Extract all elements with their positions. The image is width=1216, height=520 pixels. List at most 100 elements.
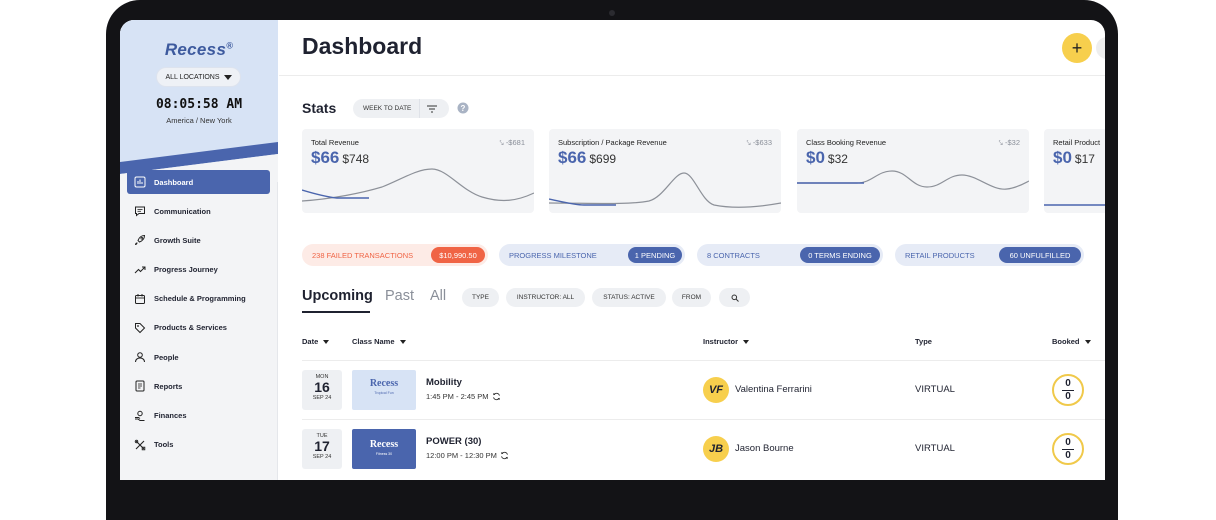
alert-badge: 0 TERMS ENDING	[800, 247, 880, 263]
header-divider	[279, 75, 1105, 76]
sidebar-item-label: People	[154, 352, 179, 362]
sidebar-item-growth-suite[interactable]: Growth Suite	[127, 228, 270, 252]
column-header-booked[interactable]: Booked	[1052, 337, 1091, 346]
booked-count[interactable]: 00	[1052, 374, 1084, 406]
class-type: VIRTUAL	[915, 443, 955, 454]
alert-badge: $10,990.50	[431, 247, 485, 263]
instructor-name[interactable]: Jason Bourne	[735, 443, 794, 454]
date-box: MON 16 SEP 24	[302, 370, 342, 410]
stat-card-title: Subscription / Package Revenue	[558, 138, 667, 147]
sidebar-item-people[interactable]: People	[127, 345, 270, 369]
instructor-name[interactable]: Valentina Ferrarini	[735, 384, 812, 395]
class-name[interactable]: Mobility	[426, 377, 462, 388]
alert-failed-transactions[interactable]: 238 FAILED TRANSACTIONS $10,990.50	[302, 244, 488, 266]
sort-icon	[399, 339, 406, 344]
search-icon	[731, 294, 739, 302]
stats-heading: Stats	[302, 100, 337, 116]
sort-icon	[323, 339, 330, 344]
sparkline	[549, 172, 781, 208]
stat-card-title: Retail Product	[1053, 138, 1101, 147]
alert-label: PROGRESS MILESTONE	[509, 250, 597, 260]
camera-dot	[609, 10, 615, 16]
tab-all[interactable]: All	[430, 288, 446, 304]
stat-card-total-revenue[interactable]: Total Revenue ⤥ -$681 $66 $748	[302, 129, 534, 213]
sidebar-item-tools[interactable]: Tools	[127, 433, 270, 457]
sidebar-item-dashboard[interactable]: Dashboard	[127, 170, 270, 194]
booked-count[interactable]: 00	[1052, 433, 1084, 465]
sidebar-item-label: Reports	[154, 381, 183, 391]
sidebar-item-reports[interactable]: Reports	[127, 374, 270, 398]
trend-icon	[134, 264, 146, 276]
column-header-date[interactable]: Date	[302, 337, 330, 346]
date-range-selector[interactable]: WEEK TO DATE	[353, 99, 449, 118]
date-range-label: WEEK TO DATE	[363, 105, 412, 112]
sidebar: Recess® ALL LOCATIONS 08:05:58 AM Americ…	[120, 20, 278, 480]
sidebar-item-label: Products & Services	[154, 323, 227, 333]
class-time: 1:45 PM - 2:45 PM	[426, 392, 501, 401]
chat-icon	[134, 205, 146, 217]
table-divider	[302, 419, 1105, 420]
sidebar-item-label: Schedule & Programming	[154, 294, 246, 304]
calendar-icon	[134, 293, 146, 305]
rocket-icon	[134, 234, 146, 246]
alert-label: 238 FAILED TRANSACTIONS	[312, 250, 414, 260]
filter-status[interactable]: STATUS: ACTIVE	[592, 288, 666, 307]
class-thumbnail: Recess Tropical Fun	[352, 370, 416, 410]
timezone: America / New York	[166, 116, 232, 125]
sparkline	[797, 170, 1029, 190]
alert-progress-milestone[interactable]: PROGRESS MILESTONE 1 PENDING	[499, 244, 685, 266]
class-time: 12:00 PM - 12:30 PM	[426, 451, 509, 460]
sidebar-item-progress-journey[interactable]: Progress Journey	[127, 258, 270, 282]
stat-card-retail[interactable]: Retail Product $0 $17	[1044, 129, 1105, 213]
sidebar-item-products[interactable]: Products & Services	[127, 316, 270, 340]
sparkline	[302, 168, 534, 202]
filter-from[interactable]: FROM	[672, 288, 711, 307]
sort-icon	[743, 339, 750, 344]
recurring-icon	[500, 451, 508, 460]
app-logo[interactable]: Recess®	[120, 40, 278, 60]
alert-badge: 1 PENDING	[628, 247, 682, 263]
sidebar-nav: Dashboard Communication Growth Suite Pro…	[127, 170, 270, 462]
stat-card-title: Class Booking Revenue	[806, 138, 887, 147]
filter-type[interactable]: TYPE	[462, 288, 499, 307]
search-button[interactable]	[719, 288, 750, 307]
class-name[interactable]: POWER (30)	[426, 436, 481, 447]
stat-card-subscription[interactable]: Subscription / Package Revenue ⤥ -$633 $…	[549, 129, 781, 213]
class-thumbnail: Recess Fitness 30	[352, 429, 416, 469]
filter-instructor[interactable]: INSTRUCTOR: ALL	[506, 288, 585, 307]
location-label: ALL LOCATIONS	[165, 73, 220, 81]
chevron-down-icon	[223, 74, 232, 80]
main-content: Dashboard + Stats WEEK TO DATE ? Total R…	[279, 20, 1105, 480]
stat-card-class-booking[interactable]: Class Booking Revenue ⤥ -$32 $0 $32	[797, 129, 1029, 213]
sidebar-item-label: Dashboard	[154, 177, 194, 187]
alert-retail-products[interactable]: RETAIL PRODUCTS 60 UNFULFILLED	[895, 244, 1084, 266]
finance-icon	[134, 410, 146, 422]
avatar: JB	[703, 436, 729, 462]
avatar: VF	[703, 377, 729, 403]
add-button[interactable]: +	[1062, 33, 1092, 63]
sidebar-item-label: Growth Suite	[154, 235, 201, 245]
sidebar-item-finances[interactable]: Finances	[127, 404, 270, 428]
sidebar-item-label: Tools	[154, 440, 174, 450]
people-icon	[134, 351, 146, 363]
clock: 08:05:58 AM	[155, 97, 243, 112]
sidebar-item-label: Progress Journey	[154, 265, 218, 275]
page-title: Dashboard	[302, 33, 423, 59]
help-icon[interactable]: ?	[457, 102, 469, 114]
tag-icon	[134, 322, 146, 334]
tab-past[interactable]: Past	[385, 288, 414, 304]
sparkline	[1044, 204, 1105, 206]
report-icon	[134, 380, 146, 392]
tools-icon	[134, 439, 146, 451]
profile-button[interactable]	[1096, 37, 1105, 59]
chart-icon	[134, 176, 146, 188]
tab-upcoming[interactable]: Upcoming	[302, 288, 373, 304]
column-header-class-name[interactable]: Class Name	[352, 337, 406, 346]
alert-label: 8 CONTRACTS	[707, 250, 760, 260]
sidebar-item-schedule[interactable]: Schedule & Programming	[127, 287, 270, 311]
filter-icon[interactable]	[427, 105, 438, 113]
column-header-instructor[interactable]: Instructor	[703, 337, 750, 346]
location-selector[interactable]: ALL LOCATIONS	[157, 68, 240, 86]
alert-contracts[interactable]: 8 CONTRACTS 0 TERMS ENDING	[697, 244, 883, 266]
sidebar-item-communication[interactable]: Communication	[127, 199, 270, 223]
